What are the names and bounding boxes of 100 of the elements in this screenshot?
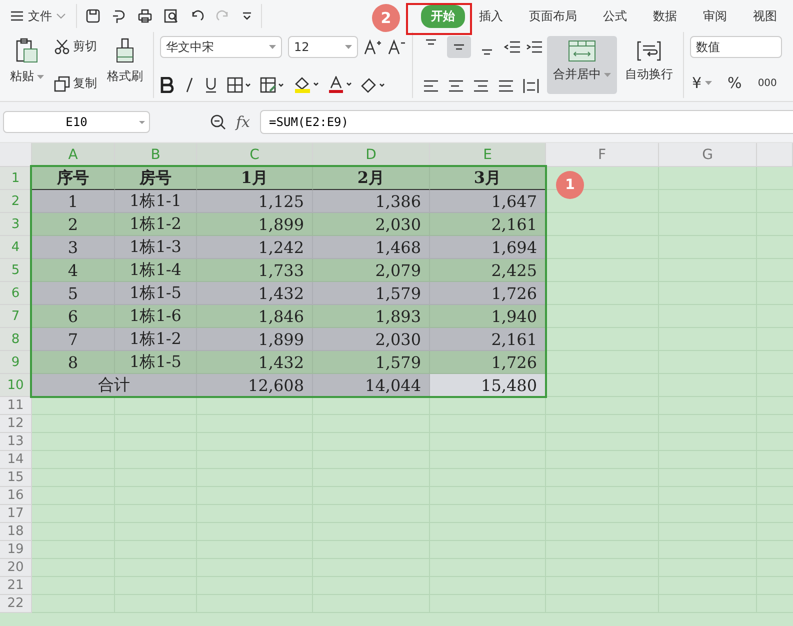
table-cell: 4 [32, 259, 115, 282]
table-cell: 1,733 [197, 259, 313, 282]
table-cell: 1栋1-4 [115, 259, 197, 282]
column-header[interactable]: G [659, 143, 757, 167]
align-top-icon [424, 39, 438, 45]
row-header[interactable]: 22 [0, 595, 32, 613]
paste-button[interactable]: 粘贴 [6, 36, 48, 94]
increase-indent-icon[interactable] [525, 39, 543, 55]
scissors-icon [54, 38, 70, 54]
font-size-field[interactable]: 12 [288, 36, 358, 58]
row-header[interactable]: 18 [0, 523, 32, 541]
formula-field[interactable]: =SUM(E2:E9) [260, 110, 793, 134]
wrap-text-button[interactable]: 自动换行 [621, 36, 677, 94]
column-header[interactable]: A [32, 143, 115, 167]
font-name-field[interactable]: 华文中宋 [160, 36, 282, 58]
shrink-font-icon[interactable] [388, 39, 406, 55]
row-header[interactable]: 9 [0, 351, 32, 374]
row-header[interactable]: 2 [0, 190, 32, 213]
function-label[interactable]: fx [236, 113, 250, 131]
ribbon-tab[interactable]: 开始 [421, 4, 465, 28]
distribute-icon[interactable] [523, 78, 539, 94]
wrap-text-icon [637, 40, 661, 62]
table-cell: 2,425 [430, 259, 546, 282]
cut-button[interactable]: 剪切 [52, 36, 99, 57]
ribbon-tab[interactable]: 视图 [741, 4, 789, 28]
percent-button[interactable]: % [726, 72, 744, 94]
step-badge: 2 [372, 4, 400, 32]
ribbon-tab[interactable]: 数据 [641, 4, 689, 28]
print-icon[interactable] [137, 8, 153, 24]
print-preview-icon[interactable] [163, 8, 179, 24]
ribbon-tab[interactable]: 页面布局 [517, 4, 589, 28]
currency-button[interactable]: ¥ [690, 72, 714, 94]
column-header[interactable]: B [115, 143, 197, 167]
caret-icon [345, 45, 352, 49]
row-header[interactable]: 10 [0, 374, 32, 397]
eraser-icon[interactable] [361, 77, 385, 93]
row-header[interactable]: 13 [0, 433, 32, 451]
dropdown-icon[interactable] [241, 10, 253, 22]
file-menu[interactable]: 文件 [8, 6, 68, 26]
cell-style-icon[interactable] [260, 77, 284, 93]
grow-font-icon[interactable] [364, 39, 382, 55]
table-cell: 1栋1-1 [115, 190, 197, 213]
align-center-icon[interactable] [448, 78, 464, 94]
fill-color-icon[interactable] [293, 76, 319, 94]
justify-icon[interactable] [498, 78, 514, 94]
table-cell: 12,608 [197, 374, 313, 397]
row-header[interactable]: 6 [0, 282, 32, 305]
row-header[interactable]: 1 [0, 167, 32, 190]
font-color-icon[interactable] [328, 76, 352, 94]
name-box[interactable]: E10 [3, 111, 150, 133]
row-header[interactable]: 12 [0, 415, 32, 433]
column-header[interactable]: D [313, 143, 430, 167]
row-header[interactable]: 11 [0, 397, 32, 415]
ribbon-tab[interactable]: 插入 [467, 4, 515, 28]
table-cell: 2 [32, 213, 115, 236]
format-painter-button[interactable]: 格式刷 [103, 36, 147, 94]
table-cell: 2,030 [313, 328, 430, 351]
underline-icon[interactable] [204, 77, 218, 93]
row-header[interactable]: 4 [0, 236, 32, 259]
row-header[interactable]: 15 [0, 469, 32, 487]
row-header[interactable]: 19 [0, 541, 32, 559]
table-cell: 1,899 [197, 328, 313, 351]
table-cell: 1,846 [197, 305, 313, 328]
table-cell: 1,125 [197, 190, 313, 213]
align-right-icon[interactable] [473, 78, 489, 94]
ribbon-tab[interactable]: 公式 [591, 4, 639, 28]
table-cell: 1栋1-3 [115, 236, 197, 259]
copy-button[interactable]: 复制 [52, 73, 99, 94]
caret-icon [269, 45, 276, 49]
column-header[interactable]: C [197, 143, 313, 167]
table-cell: 2,079 [313, 259, 430, 282]
bold-icon[interactable] [160, 77, 174, 93]
thousands-button[interactable]: 000 [756, 76, 779, 90]
table-cell: 3 [32, 236, 115, 259]
ribbon-tab[interactable]: 审阅 [691, 4, 739, 28]
zoom-icon[interactable] [210, 114, 226, 130]
align-left-icon[interactable] [423, 78, 439, 94]
row-header[interactable]: 14 [0, 451, 32, 469]
row-header[interactable]: 21 [0, 577, 32, 595]
row-header[interactable]: 20 [0, 559, 32, 577]
table-cell: 1月 [197, 167, 313, 190]
table-cell: 1栋1-6 [115, 305, 197, 328]
borders-icon[interactable] [227, 77, 251, 93]
row-header[interactable]: 17 [0, 505, 32, 523]
column-header[interactable]: E [430, 143, 546, 167]
save-icon[interactable] [85, 8, 101, 24]
column-header[interactable]: F [546, 143, 659, 167]
row-header[interactable]: 7 [0, 305, 32, 328]
row-header[interactable]: 16 [0, 487, 32, 505]
table-cell: 7 [32, 328, 115, 351]
row-header[interactable]: 5 [0, 259, 32, 282]
merge-center-button[interactable]: 合并居中 [547, 36, 617, 94]
row-header[interactable]: 8 [0, 328, 32, 351]
row-header[interactable]: 3 [0, 213, 32, 236]
decrease-indent-icon[interactable] [503, 39, 521, 55]
align-middle-button[interactable] [447, 36, 471, 58]
table-cell: 2月 [313, 167, 430, 190]
copy-icon [54, 76, 70, 92]
number-format-field[interactable]: 数值 [690, 36, 782, 58]
caret-icon [604, 72, 611, 76]
